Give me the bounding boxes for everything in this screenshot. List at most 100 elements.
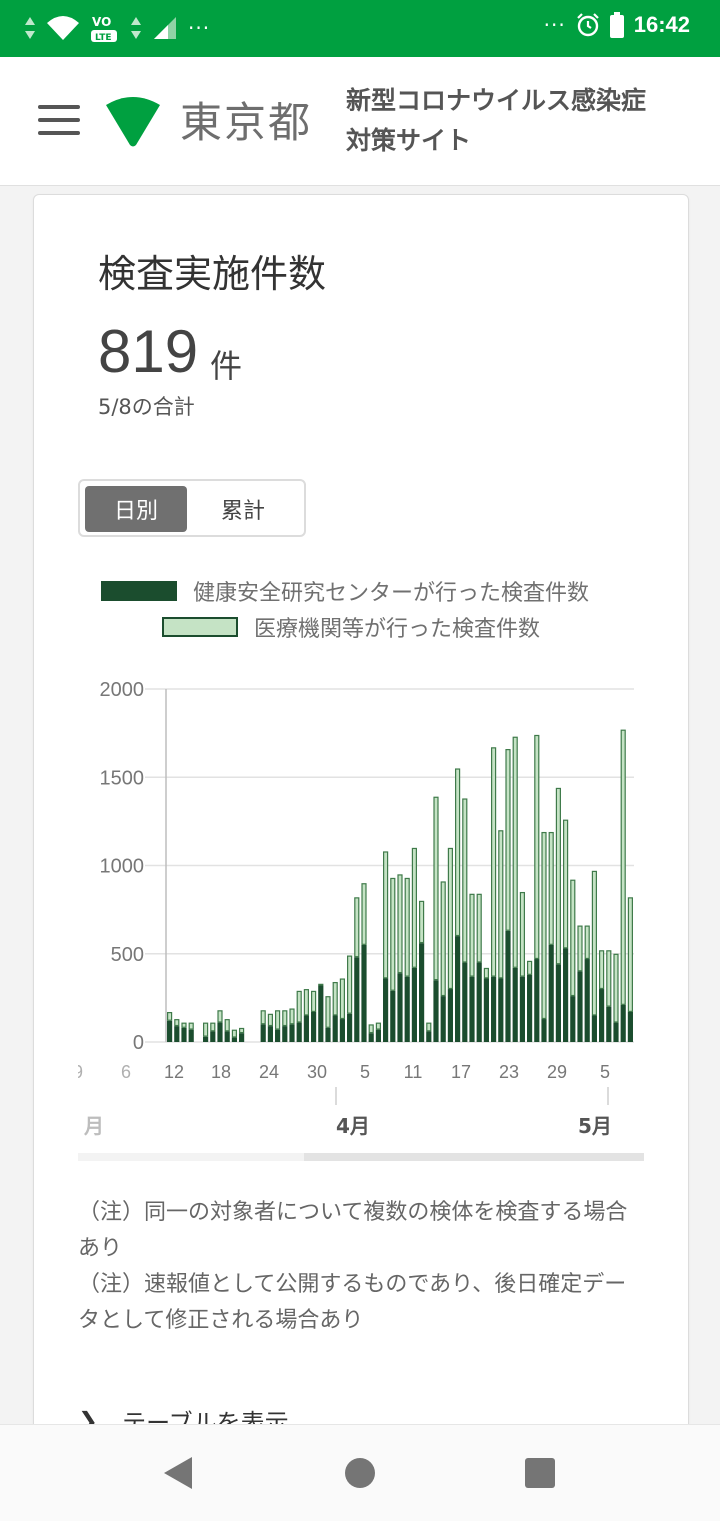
bar-medical-27 (361, 883, 367, 945)
bar-center-20 (311, 1011, 317, 1042)
note-2: （注）速報値として公開するものであり、後日確定データとして修正される場合あり (78, 1272, 627, 1333)
bar-center-15 (275, 1029, 281, 1042)
tests-bar-chart[interactable]: 050010001500200096121824305111723295月4月5… (78, 661, 644, 1151)
tokyo-ginkgo-logo-icon[interactable] (104, 91, 162, 149)
chart-scrollbar[interactable] (78, 1153, 644, 1161)
bar-medical-31 (390, 877, 396, 991)
cumulative-button[interactable]: 累計 (192, 486, 294, 532)
bar-center-55 (563, 948, 569, 1042)
bar-medical-23 (332, 981, 338, 1016)
home-icon[interactable] (344, 1457, 376, 1489)
bar-center-41 (462, 962, 468, 1042)
bar-medical-63 (620, 729, 626, 1005)
bar-center-27 (361, 944, 367, 1042)
bar-center-9 (231, 1037, 237, 1042)
x-tick-label-7: 11 (404, 1062, 423, 1082)
month-label-2: 5月 (578, 1114, 612, 1138)
menu-icon[interactable] (38, 105, 82, 135)
bar-medical-47 (505, 749, 511, 931)
bar-center-13 (260, 1024, 266, 1042)
y-tick-label-4: 2000 (100, 679, 145, 701)
bar-center-36 (426, 1031, 432, 1042)
legend-swatch-center (101, 581, 177, 601)
bar-medical-46 (498, 830, 504, 979)
y-tick-label-0: 0 (133, 1032, 144, 1054)
clock: 16:42 (633, 12, 690, 37)
x-tick-label-3: 18 (211, 1062, 231, 1082)
bar-medical-38 (440, 881, 446, 997)
bar-center-3 (188, 1029, 194, 1042)
bar-medical-6 (210, 1022, 216, 1032)
bar-medical-3 (188, 1022, 194, 1030)
bar-medical-30 (383, 851, 389, 979)
site-title[interactable]: 新型コロナウイルス感染症 対策サイト (346, 81, 686, 161)
daily-button[interactable]: 日別 (85, 486, 187, 532)
bar-center-2 (181, 1027, 187, 1042)
bar-center-17 (289, 1024, 295, 1042)
bar-medical-40 (455, 768, 461, 937)
bar-medical-20 (311, 990, 317, 1012)
bar-center-45 (491, 976, 497, 1042)
app-header: 東京都 新型コロナウイルス感染症 対策サイト (0, 57, 720, 186)
bar-medical-29 (375, 1022, 381, 1030)
bar-medical-59 (591, 870, 597, 1016)
bar-center-61 (606, 1006, 612, 1042)
y-tick-label-2: 1000 (100, 856, 145, 878)
status-left: VO LTE ··· (24, 12, 210, 44)
site-title-line2: 対策サイト (346, 126, 472, 155)
bar-medical-43 (476, 893, 482, 963)
bar-center-39 (447, 989, 453, 1042)
bar-center-63 (620, 1004, 626, 1042)
bar-medical-17 (289, 1008, 295, 1025)
legend-item-medical[interactable]: 医療機関等が行った検査件数 (162, 611, 540, 643)
legend-label-center: 健康安全研究センターが行った検査件数 (193, 581, 590, 606)
bar-medical-9 (231, 1029, 237, 1038)
bar-center-33 (404, 976, 410, 1042)
bar-medical-60 (599, 950, 605, 990)
bar-medical-18 (296, 990, 302, 1023)
system-nav-bar (0, 1424, 720, 1521)
bar-medical-42 (469, 893, 475, 977)
bar-center-44 (483, 978, 489, 1042)
bar-center-14 (267, 1026, 273, 1042)
bar-center-19 (303, 1015, 309, 1042)
bar-center-30 (383, 978, 389, 1042)
bar-center-6 (210, 1031, 216, 1042)
bar-center-57 (577, 971, 583, 1042)
notification-overflow: ··· (188, 16, 211, 40)
legend-swatch-medical (162, 617, 238, 637)
bar-medical-50 (527, 960, 533, 975)
bar-center-32 (397, 973, 403, 1042)
daily-cumulative-toggle: 日別 累計 (78, 479, 306, 537)
x-tick-label-0: 9 (78, 1062, 83, 1082)
bar-medical-32 (397, 874, 403, 974)
legend-item-center[interactable]: 健康安全研究センターが行った検査件数 (101, 575, 589, 607)
bar-medical-62 (613, 953, 619, 1023)
bar-medical-10 (239, 1027, 245, 1034)
bar-medical-56 (570, 879, 576, 997)
bar-medical-13 (260, 1010, 266, 1025)
svg-text:VO: VO (92, 15, 111, 29)
bar-medical-5 (203, 1022, 209, 1037)
bar-medical-0 (167, 1011, 173, 1021)
bar-center-43 (476, 962, 482, 1042)
x-tick-label-8: 17 (451, 1062, 471, 1082)
bar-medical-14 (267, 1013, 273, 1027)
bar-medical-19 (303, 989, 309, 1016)
recents-icon[interactable] (524, 1457, 556, 1489)
x-tick-label-5: 30 (307, 1062, 327, 1082)
chart-scrollbar-thumb[interactable] (304, 1153, 644, 1161)
back-icon[interactable] (162, 1455, 194, 1491)
bar-center-38 (440, 996, 446, 1042)
bar-medical-39 (447, 847, 453, 990)
logo-text[interactable]: 東京都 (180, 89, 312, 150)
month-label-0: 月 (83, 1114, 104, 1138)
x-tick-label-10: 29 (547, 1062, 567, 1082)
legend-label-medical: 医療機関等が行った検査件数 (254, 617, 541, 642)
bar-center-59 (591, 1015, 597, 1042)
bar-center-40 (455, 936, 461, 1042)
bar-center-28 (368, 1033, 374, 1042)
bar-center-58 (584, 959, 590, 1042)
bar-medical-53 (548, 831, 554, 945)
x-tick-label-1: 6 (121, 1062, 131, 1082)
